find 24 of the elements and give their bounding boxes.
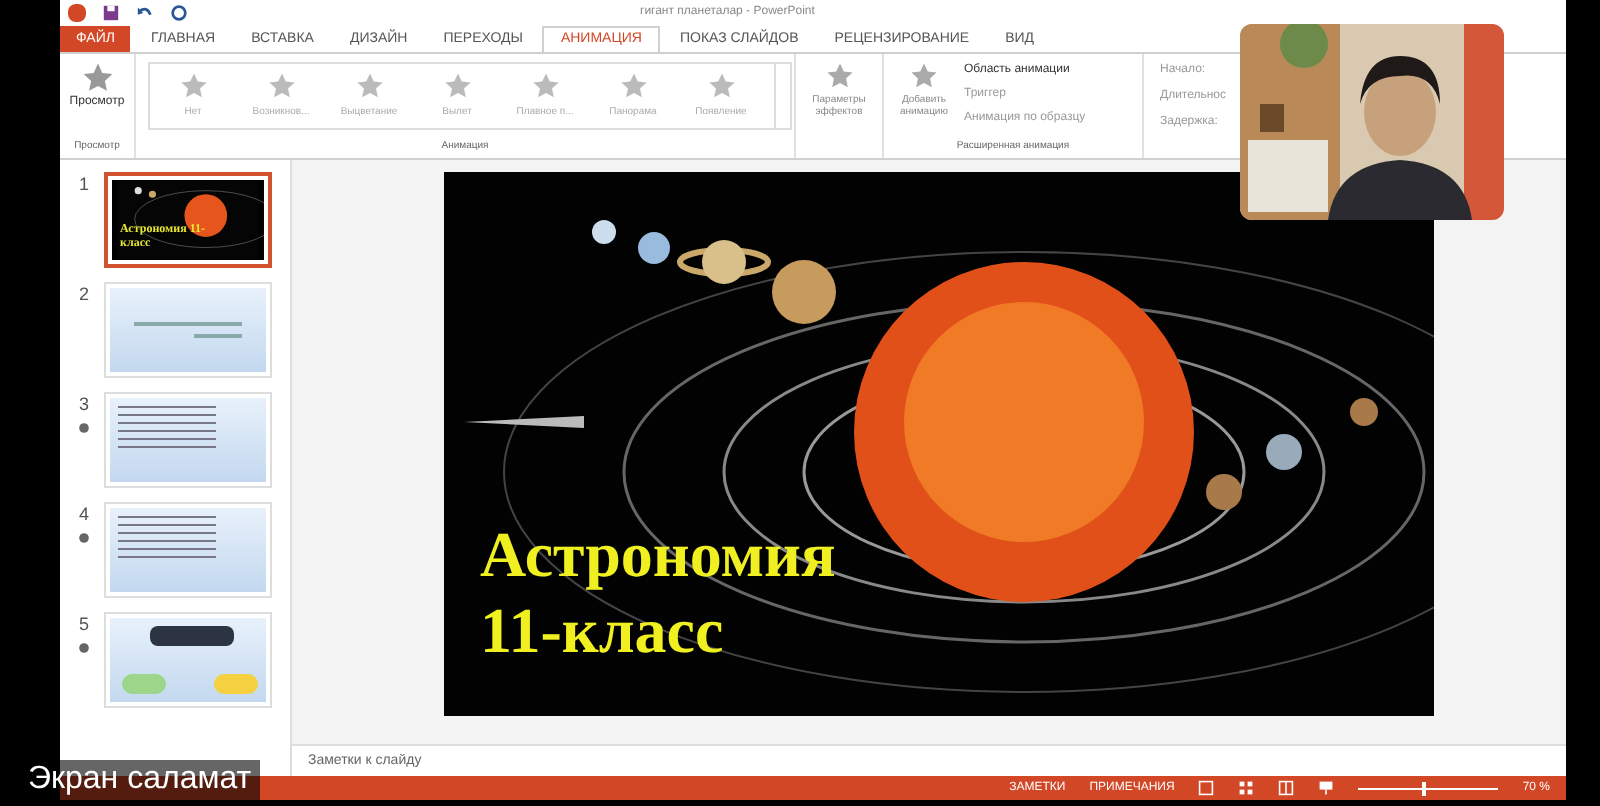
star-icon <box>267 72 295 100</box>
normal-view-icon[interactable] <box>1198 780 1215 796</box>
star-icon <box>443 72 471 100</box>
slide-number: 4 <box>78 502 89 528</box>
slide-number: 2 <box>78 282 89 308</box>
slideshow-icon[interactable] <box>1318 780 1335 796</box>
slide-number: 3 <box>78 392 89 418</box>
star-icon <box>355 72 383 100</box>
star-icon <box>531 72 559 100</box>
star-icon <box>619 72 647 100</box>
slide-subtitle: 11-класс <box>480 592 726 668</box>
save-icon[interactable] <box>102 3 120 21</box>
reading-view-icon[interactable] <box>1278 780 1295 796</box>
add-star-icon <box>910 62 938 90</box>
preview-star-icon <box>81 62 113 94</box>
slide-number: 1 <box>78 172 89 198</box>
effects-star-icon <box>825 62 853 90</box>
app-icon <box>68 3 86 21</box>
star-icon <box>707 72 735 100</box>
slide-sorter-icon[interactable] <box>1238 780 1255 796</box>
zoom-slider-thumb[interactable] <box>1421 781 1426 795</box>
slide-number: 5 <box>78 612 89 638</box>
star-icon <box>179 72 207 100</box>
undo-icon[interactable] <box>136 3 154 21</box>
